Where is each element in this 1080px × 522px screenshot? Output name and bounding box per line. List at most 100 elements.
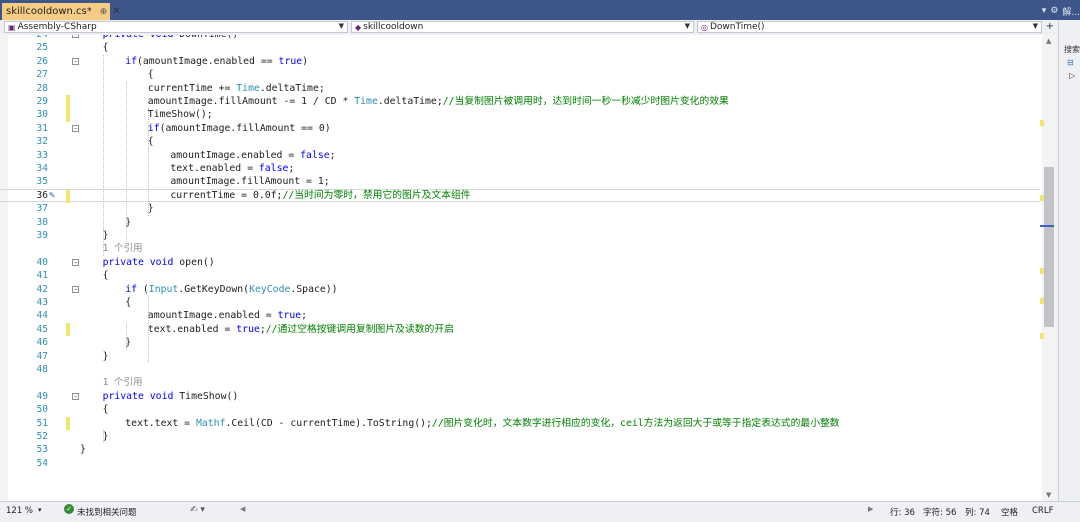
- pin-icon[interactable]: ⊕: [100, 7, 108, 17]
- scroll-up-icon[interactable]: ▲: [1046, 37, 1051, 45]
- line-number: 46: [36, 337, 48, 349]
- code-line[interactable]: 26 − if(amountImage.enabled == true): [0, 55, 1040, 68]
- code-token: amountImage.fillAmount -= 1 / CD *: [147, 96, 355, 107]
- scroll-right-icon[interactable]: ▶: [868, 505, 873, 513]
- code-token: currentTime = 0.0f;: [170, 189, 283, 201]
- line-ending-indicator[interactable]: CRLF: [1032, 506, 1053, 516]
- collapse-icon[interactable]: −: [72, 57, 79, 65]
- member-combo[interactable]: ◎ DownTime() ▼: [697, 21, 1042, 33]
- code-line[interactable]: 49 − private void TimeShow(): [0, 390, 1040, 403]
- code-line[interactable]: 44 amountImage.enabled = true;: [0, 309, 1040, 322]
- dropdown-arrow-icon[interactable]: ▾: [1042, 6, 1047, 16]
- code-line[interactable]: 33 amountImage.enabled = false;: [0, 149, 1040, 162]
- code-line[interactable]: 50 {: [0, 403, 1040, 416]
- reference-count-line[interactable]: 1 个引用: [0, 376, 1040, 389]
- comment-token: //当时间为零时，禁用它的图片及文本组件: [282, 189, 471, 201]
- line-number: 25: [36, 42, 48, 54]
- line-number: 34: [36, 163, 48, 174]
- code-line[interactable]: 45 text.enabled = true;//通过空格按键调用复制图片及读数的…: [0, 322, 1040, 337]
- code-line[interactable]: 34 text.enabled = false;: [0, 162, 1040, 175]
- code-line[interactable]: 51 text.text = Mathf.Ceil(CD - currentTim…: [0, 416, 1040, 430]
- code-text: if (Input.GetKeyDown(KeyCode.Space)): [125, 283, 337, 296]
- line-number: 40: [36, 256, 48, 268]
- collapse-icon[interactable]: −: [72, 258, 79, 266]
- scroll-left-icon[interactable]: ◀: [240, 505, 245, 513]
- code-token: {: [102, 404, 109, 416]
- change-mark: [1040, 120, 1044, 126]
- solution-explorer-title[interactable]: 解...: [1062, 5, 1080, 18]
- code-line[interactable]: 39}: [0, 229, 1040, 242]
- solution-node-icon[interactable]: ⊟: [1067, 58, 1074, 67]
- collapse-icon[interactable]: −: [72, 124, 79, 132]
- code-editor[interactable]: 24−private void DownTime()25{26−if(amoun…: [0, 35, 1042, 501]
- keyword-token: if: [125, 55, 137, 67]
- scrollbar-thumb[interactable]: [1044, 167, 1054, 327]
- char-indicator[interactable]: 字符: 56: [923, 506, 956, 518]
- project-icon: ▣: [8, 22, 16, 32]
- line-number: 32: [36, 136, 48, 148]
- code-line[interactable]: 53}: [0, 443, 1040, 456]
- code-text: if(amountImage.fillAmount == 0): [148, 122, 331, 135]
- class-combo[interactable]: ◆ skillcooldown ▼: [351, 21, 694, 33]
- code-line[interactable]: 32{: [0, 135, 1040, 148]
- window-controls: ▾ ⚙ 解...: [1038, 3, 1080, 19]
- change-mark: [1040, 333, 1044, 339]
- issues-status[interactable]: 未找到相关问题: [77, 506, 137, 518]
- split-plus-icon[interactable]: +: [1046, 21, 1054, 32]
- collapse-icon[interactable]: −: [72, 35, 79, 38]
- code-line[interactable]: 48: [0, 363, 1040, 376]
- project-combo[interactable]: ▣ Assembly-CSharp ▼: [4, 21, 348, 33]
- search-label[interactable]: 搜索: [1064, 44, 1080, 55]
- zoom-level[interactable]: 121 %: [6, 506, 33, 516]
- code-line[interactable]: 37}: [0, 202, 1040, 215]
- navigation-bar: ▣ Assembly-CSharp ▼ ◆ skillcooldown ▼ ◎ …: [0, 20, 1058, 36]
- code-line[interactable]: 52}: [0, 430, 1040, 443]
- code-line[interactable]: 42 − if (Input.GetKeyDown(KeyCode.Space)): [0, 283, 1040, 296]
- code-line[interactable]: 47}: [0, 350, 1040, 363]
- code-line[interactable]: 28 currentTime += Time.deltaTime;: [0, 82, 1040, 95]
- code-text: currentTime += Time.deltaTime;: [148, 82, 325, 95]
- keyword-token: if: [147, 122, 160, 134]
- code-line[interactable]: 40 − private void open(): [0, 256, 1040, 269]
- quick-action-pencil-icon[interactable]: ✎: [49, 190, 55, 201]
- code-token: .deltaTime;: [377, 96, 443, 107]
- code-cleanup-icon[interactable]: ✍ ▾: [190, 505, 205, 515]
- code-line[interactable]: 30 TimeShow();: [0, 108, 1040, 122]
- check-icon: ✓: [64, 504, 74, 514]
- caret-position-mark: [1040, 225, 1054, 227]
- code-line[interactable]: 36 ✎ currentTime = 0.0f;//当时间为零时，禁用它的图片及文本…: [0, 188, 1040, 204]
- code-token: text.enabled =: [147, 323, 237, 335]
- gear-icon[interactable]: ⚙: [1050, 6, 1058, 16]
- code-token: ;: [301, 310, 308, 322]
- whitespace-indicator[interactable]: 空格: [1001, 506, 1018, 518]
- collapse-icon[interactable]: −: [72, 285, 79, 293]
- code-line[interactable]: 54: [0, 457, 1040, 470]
- reference-count[interactable]: 1 个引用: [103, 377, 143, 388]
- code-line[interactable]: 46}: [0, 336, 1040, 349]
- keyword-token: true: [236, 323, 260, 335]
- code-line[interactable]: 41 {: [0, 269, 1040, 282]
- code-line[interactable]: 27 {: [0, 68, 1040, 81]
- tab-skillcooldown[interactable]: skillcooldown.cs* ⊕ ✕: [2, 3, 121, 20]
- code-line[interactable]: 43 {: [0, 296, 1040, 309]
- collapse-icon[interactable]: −: [72, 392, 79, 400]
- reference-count[interactable]: 1 个引用: [103, 243, 143, 254]
- indent-guide: [103, 430, 104, 444]
- code-token: amountImage.fillAmount = 1;: [170, 176, 330, 188]
- line-number: 39: [36, 230, 48, 241]
- code-line[interactable]: 31 − if(amountImage.fillAmount == 0): [0, 122, 1040, 135]
- reference-count-line[interactable]: 1 个引用: [0, 242, 1040, 255]
- code-line[interactable]: 38}: [0, 216, 1040, 229]
- chevron-down-icon[interactable]: ▾: [38, 506, 42, 514]
- code-line[interactable]: 29 amountImage.fillAmount -= 1 / CD * Tim…: [0, 95, 1040, 109]
- status-bar: 121 % ▾ ✓ 未找到相关问题 ✍ ▾ ◀ ▶ 行: 36 字符: 56 列…: [0, 501, 1080, 522]
- code-line[interactable]: 25 {: [0, 41, 1040, 54]
- line-number: 26: [36, 55, 48, 67]
- scroll-down-icon[interactable]: ▼: [1046, 491, 1051, 499]
- column-indicator[interactable]: 列: 74: [965, 506, 990, 518]
- close-icon[interactable]: ✕: [112, 6, 120, 17]
- code-line[interactable]: 35 amountImage.fillAmount = 1;: [0, 175, 1040, 188]
- line-indicator[interactable]: 行: 36: [890, 506, 915, 518]
- line-number: 44: [36, 310, 48, 322]
- expand-arrow-icon[interactable]: ▷: [1069, 71, 1075, 80]
